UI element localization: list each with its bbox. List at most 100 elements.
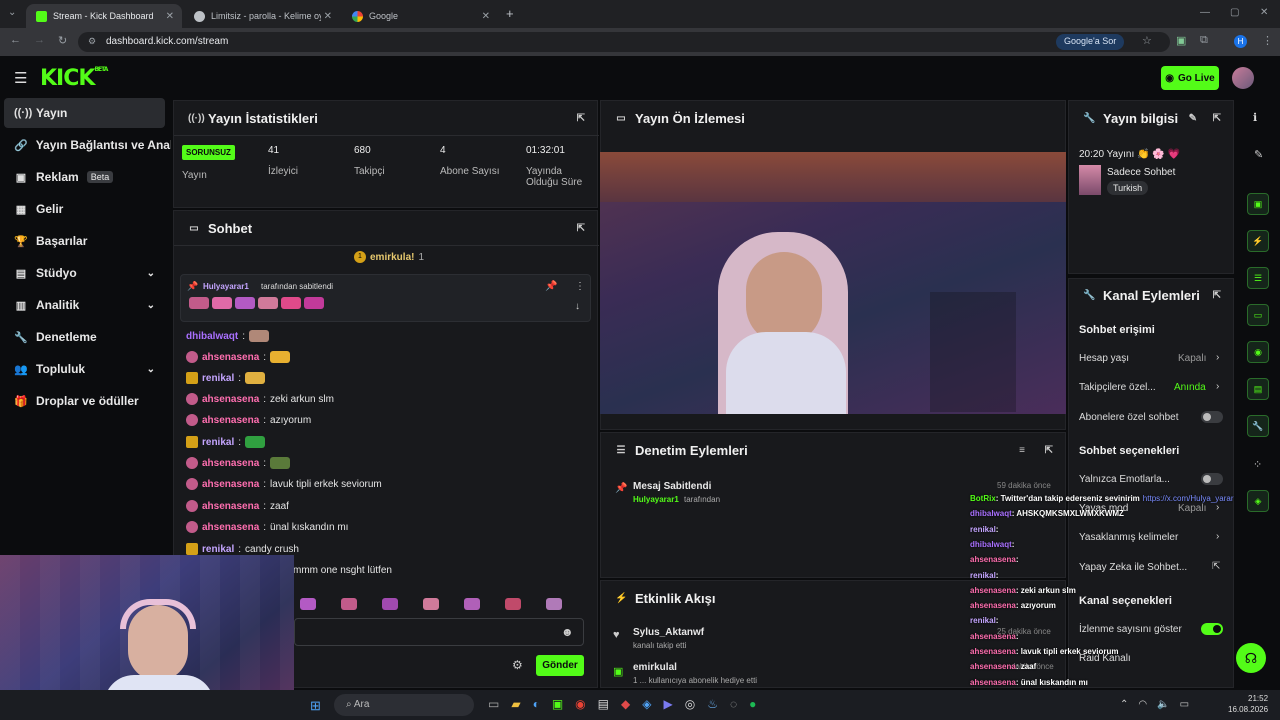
wifi-icon[interactable]: ◠ [1138,699,1147,710]
chat-message[interactable]: ahsenasena: [186,351,291,363]
app-icon[interactable]: ◆ [621,697,630,711]
app-icon[interactable]: ◌ [730,697,737,711]
sidebar-item-yayin[interactable]: ((·)) Yayın [4,98,165,128]
moderation-item-user[interactable]: Hulyayarar1 [633,495,679,504]
stream-preview-video[interactable] [600,152,1066,414]
chat-username[interactable]: ahsenasena [202,415,259,426]
menu-dots-icon[interactable]: ⋮ [1262,34,1273,47]
taskview-icon[interactable]: ▭ [488,697,499,711]
row-ai-chat[interactable]: Yapay Zeka ile Sohbet... [1079,562,1187,573]
tab-google[interactable]: Google ✕ [342,4,498,28]
new-tab-icon[interactable]: + [506,6,514,21]
emoji-icon[interactable]: ☻ [561,625,574,639]
chevron-right-icon[interactable]: › [1216,531,1219,542]
maximize-icon[interactable]: ▢ [1230,7,1239,18]
sidebar-item-basarilar[interactable]: 🏆 Başarılar [4,226,165,256]
subs-only-toggle[interactable] [1201,411,1223,423]
url-field[interactable]: ⚙ dashboard.kick.com/stream [78,32,1170,52]
epic-games-icon[interactable]: ▤ [598,697,609,711]
chat-message[interactable]: renikal: [186,436,266,448]
emote-button[interactable] [505,598,521,610]
profile-icon[interactable]: H [1234,35,1247,48]
chat-username[interactable]: renikal [202,373,234,384]
emote-button[interactable] [382,598,398,610]
windows-start-icon[interactable]: ⊞ [310,698,321,714]
pencil-icon[interactable]: ✎ [1254,148,1263,161]
chat-message[interactable]: ahsenasena: lavuk tipli erkek seviorum [186,478,382,490]
chat-username[interactable]: ahsenasena [202,394,259,405]
edge-icon[interactable]: ◐ [533,697,540,711]
close-tab-icon[interactable]: ✕ [166,11,174,22]
widget-chat-icon[interactable]: ▭ [1247,304,1269,326]
emote-button[interactable] [300,598,316,610]
back-icon[interactable]: ← [10,34,21,46]
activity-user[interactable]: emirkulal [633,662,677,673]
chat-message[interactable]: ahsenasena: zeki arkun slm [186,393,334,405]
tab-parolla[interactable]: Limitsiz - parolla - Kelime oyun ✕ [184,4,340,28]
reload-icon[interactable]: ↻ [58,34,67,47]
volume-icon[interactable]: 🔈 [1157,699,1169,710]
widget-stats-icon[interactable]: ▤ [1247,378,1269,400]
chat-message[interactable]: ahsenasena: zaaf [186,500,289,512]
shortcuts-icon[interactable]: ⁘ [1253,458,1262,471]
popout-icon[interactable]: ⇱ [1213,113,1221,124]
popout-icon[interactable]: ⇱ [577,223,585,234]
chevron-right-icon[interactable]: › [1216,352,1219,363]
sidebar-item-gelir[interactable]: ▦ Gelir [4,194,165,224]
support-chat-icon[interactable]: ☊ [1236,643,1266,673]
chat-username[interactable]: ahsenasena [202,458,259,469]
chrome-icon[interactable]: ◉ [575,697,585,711]
send-button[interactable]: Gönder [536,655,584,676]
collapse-icon[interactable]: ↓ [575,301,580,312]
chat-username[interactable]: renikal [202,544,234,555]
google-sor-button[interactable]: Google'a Sor [1056,34,1125,50]
sidebar-item-studyo[interactable]: ▤ Stüdyo ⌄ [4,258,165,288]
sidebar-item-denetleme[interactable]: 🔧 Denetleme [4,322,165,352]
info-icon[interactable]: ℹ [1253,111,1257,124]
chat-message[interactable]: ahsenasena: azıyorum [186,414,311,426]
chevron-right-icon[interactable]: › [1216,502,1219,513]
chat-username[interactable]: ahsenasena [202,522,259,533]
widget-broadcast-icon[interactable]: ◉ [1247,341,1269,363]
steam-icon[interactable]: ♨ [707,697,718,711]
clock-date[interactable]: 16.08.2026 [1228,705,1268,714]
clock-time[interactable]: 21:52 [1248,694,1268,703]
app-icon[interactable]: ◈ [642,697,651,711]
chat-input[interactable]: ☻ [294,618,584,646]
popout-icon[interactable]: ⇱ [577,113,585,124]
popout-icon[interactable]: ⇱ [1213,290,1221,301]
file-explorer-icon[interactable]: ▰ [511,697,520,711]
widget-activity-icon[interactable]: ⚡ [1247,230,1269,252]
external-link-icon[interactable]: ⇱ [1212,561,1220,572]
spotify-icon[interactable]: ● [749,697,756,711]
row-followers-only[interactable]: Takipçilere özel... [1079,382,1156,393]
widget-settings-icon[interactable]: 🔧 [1247,415,1269,437]
sidebar-item-stream-key[interactable]: 🔗 Yayın Bağlantısı ve Anahtar [4,130,171,160]
sidebar-item-topluluk[interactable]: 👥 Topluluk ⌄ [4,354,165,384]
pinned-message[interactable]: 📌 Hulyayarar1 tarafından sabitlendi 📌 ⋮ … [180,274,591,322]
chat-message[interactable]: renikal: [186,372,266,384]
sidebar-item-reklam[interactable]: ▣ Reklam Beta [4,162,165,192]
close-tab-icon[interactable]: ✕ [324,11,332,22]
emote-button[interactable] [546,598,562,610]
bookmark-star-icon[interactable]: ☆ [1142,34,1152,47]
kick-logo[interactable]: KICKBETA [40,66,108,91]
tab-list-icon[interactable]: ⌄ [8,7,16,18]
chevron-right-icon[interactable]: › [1216,381,1219,392]
chat-message[interactable]: renikal: candy crush [186,543,299,555]
filter-icon[interactable]: ≡ [1019,445,1025,456]
more-icon[interactable]: ⋮ [575,281,585,292]
close-window-icon[interactable]: ✕ [1260,7,1268,18]
widget-extra-icon[interactable]: ◈ [1247,490,1269,512]
chat-message[interactable]: dhibalwaqt: [186,330,270,342]
close-tab-icon[interactable]: ✕ [482,11,490,22]
go-live-button[interactable]: ◉ Go Live [1161,66,1219,90]
emotes-only-toggle[interactable] [1201,473,1223,485]
chat-username[interactable]: renikal [202,437,234,448]
chat-message[interactable]: ahsenasena: [186,457,291,469]
stream-category[interactable]: Sadece Sohbet [1107,167,1175,178]
edit-icon[interactable]: ✎ [1189,113,1197,124]
chevron-up-icon[interactable]: ⌃ [1120,699,1128,710]
battery-icon[interactable]: ▭ [1180,699,1189,710]
tab-kick-dashboard[interactable]: Stream - Kick Dashboard ✕ [26,4,182,28]
